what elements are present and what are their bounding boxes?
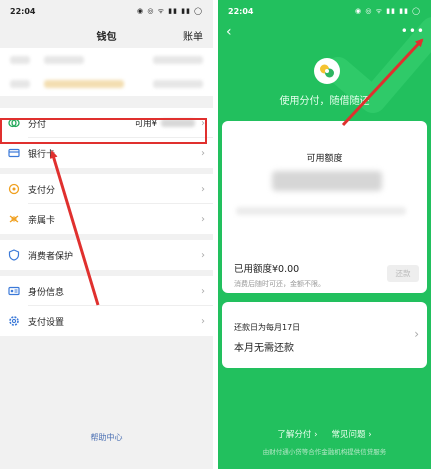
menu-item-label: 银行卡 [28,149,56,160]
credit-card-panel: 可用额度 已用额度¥0.00 消费后随时可还，金额不限。 还款 [222,121,427,293]
blurred-credit-info [236,207,406,215]
menu-item-label: 支付分 [28,185,56,196]
chevron-right-icon: › [201,249,205,261]
bottom-links: 了解分付 › 常见问题 › [218,428,431,440]
repayment-day-text: 还款日为每月17日 [234,323,301,332]
chevron-right-icon: › [201,315,205,327]
wallet-header: 钱包 账单 [0,22,213,48]
faq-link[interactable]: 常见问题 › [332,428,372,440]
menu-item-family-card[interactable]: 亲属卡 › [0,204,213,234]
learn-fenfu-link[interactable]: 了解分付 › [277,428,317,440]
menu-item-label: 身份信息 [28,287,65,298]
bill-link[interactable]: 账单 [183,28,203,43]
fenfu-logo-icon [314,58,340,84]
blurred-value [153,56,203,64]
back-arrow-icon[interactable]: ‹ [226,24,232,40]
repay-button[interactable]: 还款 [387,265,419,282]
id-card-icon [8,285,20,297]
blurred-credit-amount [272,171,382,191]
more-menu-icon[interactable]: ••• [401,24,425,38]
no-repayment-text: 本月无需还款 [234,343,294,354]
credit-limit-label: 可用额度 [306,154,343,164]
fenfu-slogan: 使用分付，随借随还 [279,96,370,107]
menu-item-identity-info[interactable]: 身份信息 › [0,276,213,306]
blurred-balance-row[interactable] [0,48,213,72]
status-icons: ◉ ◎ ᯤ ▮▮ ▮▮ ◯ [137,6,203,15]
help-center-link[interactable]: 帮助中心 [0,432,213,443]
menu-item-consumer-protection[interactable]: 消费者保护 › [0,240,213,270]
chevron-right-icon: › [201,183,205,195]
menu-item-pay-score[interactable]: 支付分 › [0,174,213,204]
menu-item-label: 亲属卡 [28,215,56,226]
blurred-text [44,80,124,88]
menu-item-label: 支付设置 [28,317,65,328]
bank-card-icon [8,147,20,159]
family-card-icon [8,213,20,225]
blurred-text [44,56,84,64]
chevron-right-icon: › [414,327,419,341]
gear-icon [8,315,20,327]
chevron-right-icon: › [201,213,205,225]
chevron-right-icon: › [201,285,205,297]
repay-note: 消费后随时可还，金额不限。 [234,280,325,288]
chevron-right-icon: › [201,147,205,159]
section-gap [0,96,213,108]
status-time: 22:04 [10,6,36,16]
used-credit-amount: 已用额度¥0.00 [234,264,300,275]
blurred-icon [10,80,30,88]
wallet-screen: 22:04 ◉ ◎ ᯤ ▮▮ ▮▮ ◯ 钱包 账单 分付 可用¥ › 银行卡 › [0,0,213,469]
page-title: 钱包 [96,31,117,43]
status-bar: 22:04 ◉ ◎ ᯤ ▮▮ ▮▮ ◯ [0,0,213,22]
fenfu-screen: 22:04 ◉ ◎ ᯤ ▮▮ ▮▮ ◯ ‹ ••• 使用分付，随借随还 可用额度… [218,0,431,469]
shield-icon [8,249,20,261]
blurred-value [153,80,203,88]
provider-footer: 由财付通小贷等合作金融机构提供信贷服务 [262,448,387,456]
highlight-box [0,118,207,144]
menu-item-label: 消费者保护 [28,251,74,262]
repayment-day-card[interactable]: 还款日为每月17日 本月无需还款 › [222,302,427,368]
blurred-icon [10,56,30,64]
pay-score-icon [8,183,20,195]
menu-item-pay-settings[interactable]: 支付设置 › [0,306,213,336]
fenfu-top-bar: ‹ ••• [218,22,431,48]
blurred-savings-row[interactable] [0,72,213,96]
